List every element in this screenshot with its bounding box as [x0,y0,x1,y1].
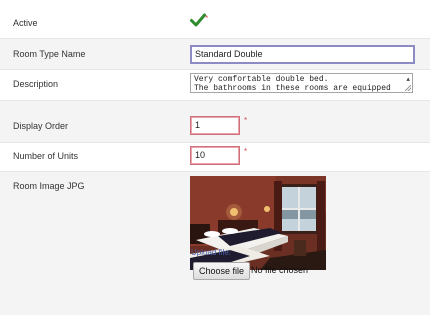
description-textarea[interactable]: Very comfortable double bed. The bathroo… [190,73,413,93]
number-of-units-row: Number of Units 10 * [0,143,430,171]
description-row: Description Very comfortable double bed.… [0,70,430,100]
display-order-label: Display Order [13,121,69,131]
room-image-label: Room Image JPG [13,181,85,191]
resize-grip-icon[interactable] [405,85,411,91]
room-type-name-row: Room Type Name Standard Double [0,39,430,69]
active-label: Active [13,18,38,28]
active-row: Active * [0,0,430,38]
active-checkbox[interactable] [190,13,206,29]
upload-file-label: Upload file: [191,248,232,257]
description-line: The bathrooms in these rooms are equippe… [194,84,391,93]
room-type-name-input[interactable]: Standard Double [190,45,415,64]
description-line: Very comfortable double bed. [194,75,329,84]
display-order-row: Display Order 1 * [0,110,430,142]
number-of-units-input[interactable]: 10 [190,146,240,165]
choose-file-button[interactable]: Choose file [193,262,251,280]
room-type-name-label: Room Type Name [13,49,86,59]
description-label: Description [13,79,59,89]
required-marker: * [205,14,209,23]
section-spacer [0,101,430,110]
scroll-up-arrow-icon[interactable]: ▲ [406,75,410,84]
display-order-input[interactable]: 1 [190,116,240,135]
required-marker: * [244,116,248,125]
required-marker: * [244,147,248,156]
number-of-units-label: Number of Units [13,151,79,161]
file-status-text: No file chosen [251,265,309,275]
checkmark-icon [190,13,206,27]
